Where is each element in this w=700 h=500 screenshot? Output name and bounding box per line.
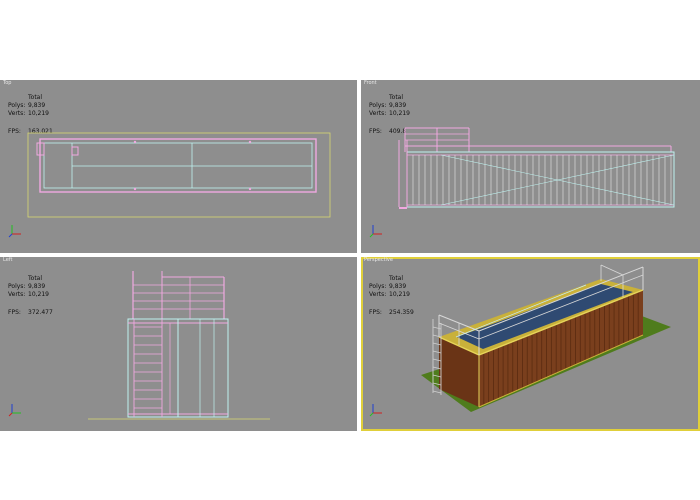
front-view-wireframe (398, 127, 675, 209)
axis-tripod-icon (369, 404, 382, 417)
top-view-wireframe (27, 132, 331, 218)
viewport-perspective[interactable]: Perspective Total Polys: 9,839 Verts: 10,2… (361, 257, 700, 431)
viewport-left[interactable]: Left Total Polys: 9,839 Verts: 10,219 FPS:… (0, 257, 357, 431)
left-view-wireframe (88, 271, 270, 420)
viewport-front[interactable]: Front Total Polys: 9,839 Verts: 10,219 FPS… (361, 80, 700, 253)
perspective-render (421, 264, 671, 412)
axis-tripod-icon (369, 225, 382, 238)
viewport-top[interactable]: Top Total Polys: 9,839 Verts: 10,219 FPS: 1… (0, 80, 357, 253)
axis-tripod-icon (8, 225, 21, 238)
axis-tripod-icon (8, 404, 21, 417)
